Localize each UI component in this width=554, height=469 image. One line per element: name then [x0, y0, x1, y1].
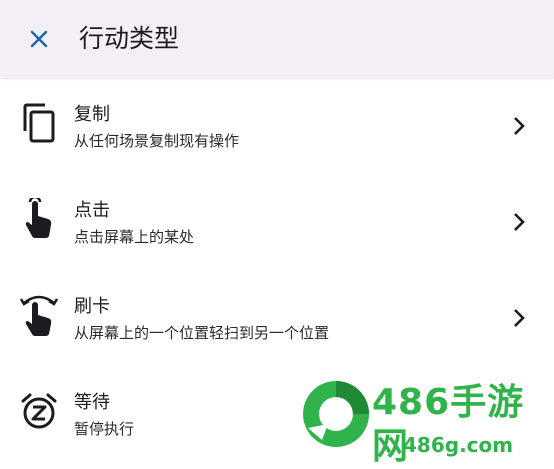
list-item-copy[interactable]: 复制 从任何场景复制现有操作: [0, 78, 554, 174]
chevron-right-icon: [514, 117, 525, 135]
item-label: 点击: [74, 200, 110, 221]
alarm-clock-icon: [19, 388, 59, 434]
page-title: 行动类型: [79, 24, 180, 53]
chevron-right-icon: [514, 213, 525, 231]
list-item-swipe[interactable]: 刷卡 从屏幕上的一个位置轻扫到另一个位置: [0, 270, 554, 366]
item-label: 刷卡: [74, 296, 110, 317]
watermark: 486手游网 486g.com: [296, 375, 554, 467]
item-description: 点击屏幕上的某处: [74, 228, 195, 246]
item-description: 从任何场景复制现有操作: [74, 132, 240, 150]
item-label: 等待: [74, 392, 110, 413]
copy-icon: [19, 100, 59, 146]
close-icon: [30, 30, 48, 48]
item-description: 暂停执行: [74, 420, 135, 438]
watermark-logo-icon: [303, 381, 369, 447]
watermark-domain: 486g.com: [403, 433, 514, 457]
item-description: 从屏幕上的一个位置轻扫到另一个位置: [74, 324, 330, 342]
item-label: 复制: [74, 104, 110, 125]
list-item-tap[interactable]: 点击 点击屏幕上的某处: [0, 174, 554, 270]
chevron-right-icon: [514, 309, 525, 327]
swipe-icon: [19, 292, 59, 338]
top-app-bar: 行动类型: [0, 0, 554, 78]
tap-icon: [19, 196, 59, 242]
close-button[interactable]: [22, 22, 56, 56]
